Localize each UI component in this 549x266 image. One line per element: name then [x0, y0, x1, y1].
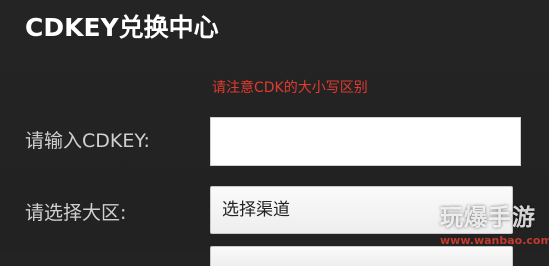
cdkey-redeem-panel: CDKEY兑换中心 请注意CDK的大小写区别 请输入CDKEY: 请选择大区: … — [0, 0, 549, 266]
page-title: CDKEY兑换中心 — [25, 13, 219, 42]
region-label: 请选择大区: — [25, 202, 127, 224]
region-select[interactable] — [210, 246, 513, 266]
site-watermark: 玩爆手游 — [440, 205, 536, 231]
case-sensitivity-notice: 请注意CDK的大小写区别 — [212, 80, 368, 96]
site-watermark-url: www.wanbao.com — [440, 234, 549, 247]
cdkey-label: 请输入CDKEY: — [25, 130, 150, 152]
cdkey-input[interactable] — [210, 117, 521, 166]
